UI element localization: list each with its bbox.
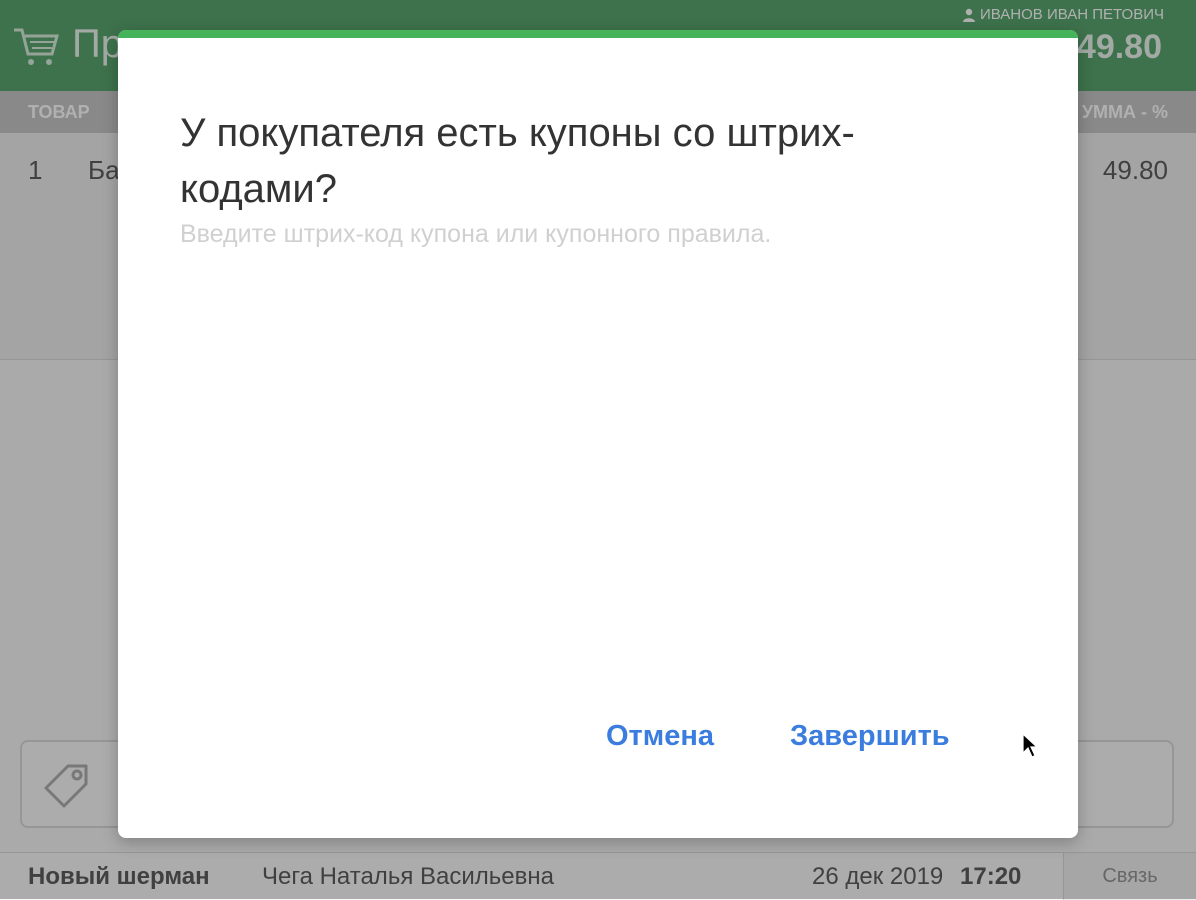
cancel-button[interactable]: Отмена xyxy=(606,720,714,753)
dialog-accent-bar xyxy=(118,30,1078,38)
dialog-title: У покупателя есть купоны со штрих-кодами… xyxy=(180,111,855,211)
coupon-barcode-input[interactable] xyxy=(180,290,1020,372)
mouse-cursor-icon xyxy=(1022,733,1038,758)
coupon-dialog: У покупателя есть купоны со штрих-кодами… xyxy=(118,30,1078,838)
finish-button[interactable]: Завершить xyxy=(790,720,950,753)
dialog-hint: Введите штрих-код купона или купонного п… xyxy=(180,220,772,248)
